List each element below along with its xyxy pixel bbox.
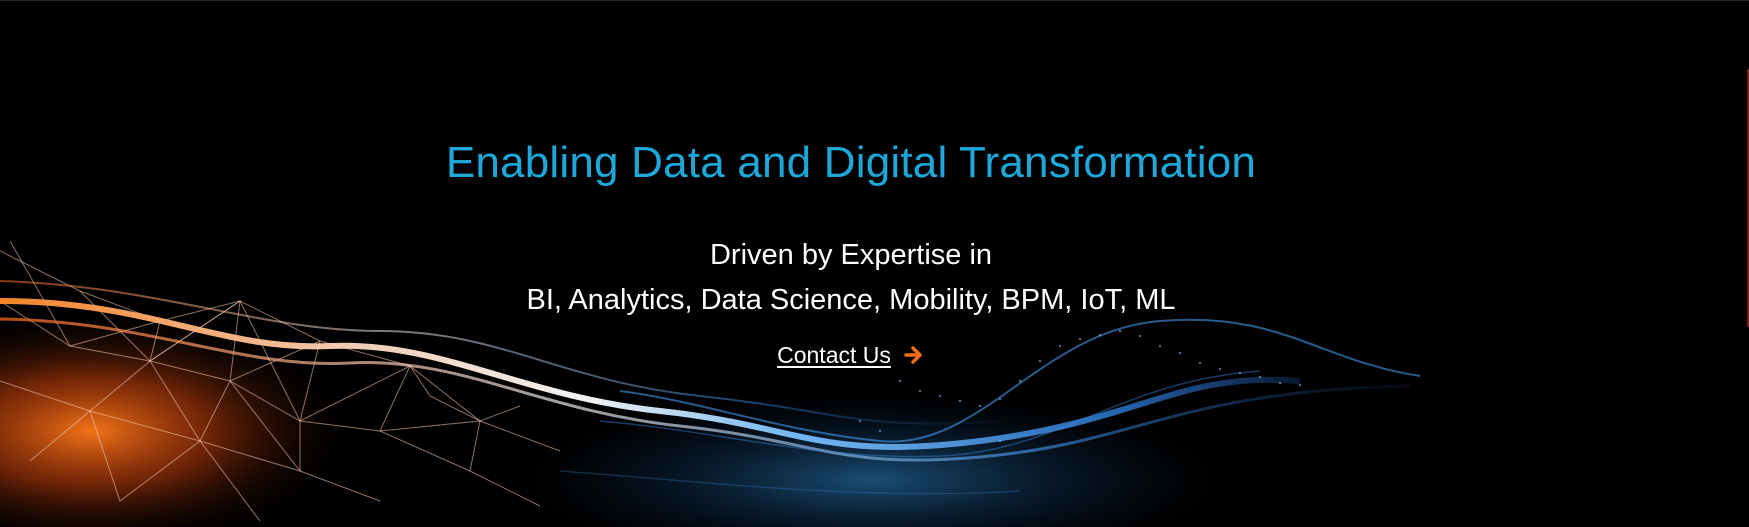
contact-us-link[interactable]: Contact Us <box>777 340 891 370</box>
arrow-right-icon[interactable] <box>903 344 925 366</box>
contact-us-cta[interactable]: Contact Us <box>0 338 1702 372</box>
subheading-line-2: BI, Analytics, Data Science, Mobility, B… <box>526 284 1176 316</box>
hero-banner: Enabling Data and Digital Transformation… <box>0 0 1749 527</box>
page-title: Enabling Data and Digital Transformation <box>445 138 1257 187</box>
subheading-line-1: Driven by Expertise in <box>709 239 993 271</box>
hero-content: Enabling Data and Digital Transformation… <box>0 1 1702 527</box>
